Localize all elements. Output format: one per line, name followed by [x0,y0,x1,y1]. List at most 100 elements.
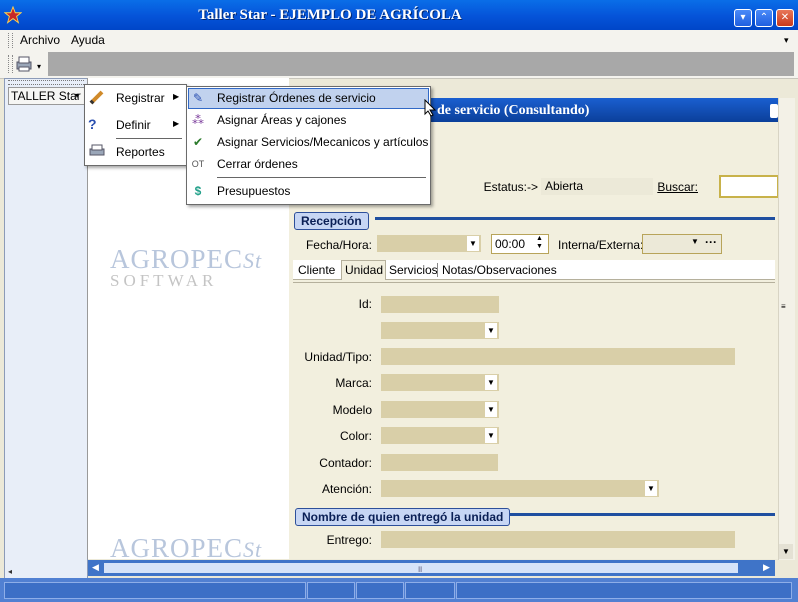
taller-star-label: TALLER Star [11,89,81,103]
unit-type-field[interactable] [381,348,735,365]
attention-select[interactable] [381,480,659,497]
menu-item-definir[interactable]: Definir [116,118,151,132]
search-label: Buscar: [657,180,698,194]
minimize-button[interactable]: ▾ [734,9,752,27]
time-spinner-icon[interactable]: ▲ ▼ [536,235,543,251]
help-question-icon: ? [88,116,97,132]
status-panel-3 [356,582,404,599]
printer-icon [16,56,32,72]
time-field[interactable]: 00:00 ▲ ▼ [491,234,549,254]
date-field[interactable] [377,235,481,252]
menu-ayuda[interactable]: Ayuda [71,33,105,47]
id-label: Id: [358,297,372,311]
brand-label: Marca: [335,376,372,390]
reception-section-line [375,217,775,220]
close-button[interactable]: ✕ [776,9,794,27]
counter-field[interactable] [381,454,498,471]
tab-unidad[interactable]: Unidad [345,263,383,277]
scroll-down-icon[interactable]: ▼ [779,544,793,559]
tab-separator [437,263,438,277]
tab-notas[interactable]: Notas/Observaciones [442,263,557,277]
left-navigation-pane [4,78,88,580]
tab-servicios[interactable]: Servicios [389,263,438,277]
print-button[interactable] [14,55,34,73]
scroll-left-arrow-icon[interactable]: ◀ [92,562,99,573]
watermark-subtitle: SOFTWAR [110,271,218,290]
submenu-arrow-icon: ▶ [173,92,180,101]
attention-dropdown-chevron-icon[interactable]: ▼ [645,481,657,496]
submenu-item-asignar-servicios[interactable]: Asignar Servicios/Mecanicos y artículos [217,135,428,149]
toolbar-empty-area [48,52,794,76]
watermark-text-2: AGROPEC [110,533,244,563]
close-icon: ✕ [780,12,790,23]
more-options-icon[interactable]: ··· [705,235,717,249]
status-panel-4 [405,582,455,599]
menubar-chevron-down-icon[interactable]: ▾ [784,35,789,46]
pencil-icon [88,88,106,106]
restore-icon: ⌃ [759,12,769,23]
chevron-down-icon: ▼ [691,237,699,246]
id-field[interactable] [381,296,499,313]
assign-areas-icon: ⁂ [192,113,204,127]
scroll-left-icon[interactable]: ◂ [8,567,12,576]
vertical-scroll-grip-icon[interactable]: ≡ [781,302,786,311]
model-select[interactable] [381,401,499,418]
horizontal-grip-icon[interactable]: ॥ [417,562,422,575]
brand-dropdown-chevron-icon[interactable]: ▼ [485,375,497,390]
watermark-text: AGROPEC [110,244,244,274]
window-title: Taller Star - EJEMPLO DE AGRÍCOLA [198,7,462,23]
print-dropdown-chevron-icon[interactable]: ▾ [37,62,41,71]
close-orders-icon: OT [191,159,205,169]
mouse-cursor-icon [424,99,436,117]
budget-dollar-icon: $ [194,184,202,198]
color-select[interactable] [381,427,499,444]
id-select[interactable] [381,322,499,339]
menu-bar [0,30,798,51]
taller-star-button[interactable]: TALLER Star ▾ [8,87,88,105]
color-dropdown-chevron-icon[interactable]: ▼ [485,428,497,443]
brand-select[interactable] [381,374,499,391]
left-pane-grip[interactable] [8,80,84,85]
tab-content-divider [293,282,775,283]
toolbar-grip[interactable] [8,55,13,73]
internal-external-select[interactable]: ▼ ··· [642,234,722,254]
color-label: Color: [339,429,372,443]
status-panel-5 [456,582,792,599]
menubar-grip[interactable] [8,33,13,48]
time-value: 00:00 [495,237,526,251]
model-label: Modelo [332,403,372,417]
form-header-button[interactable] [770,104,778,118]
minimize-icon: ▾ [740,12,746,23]
chevron-down-icon: ▾ [75,91,80,100]
status-panel-2 [307,582,355,599]
reception-section-title: Recepción [294,212,369,230]
delivered-field[interactable] [381,531,735,548]
date-time-label: Fecha/Hora: [305,238,372,252]
status-panel-1 [4,582,306,599]
assign-services-icon: ✔ [192,135,204,149]
date-dropdown-chevron-icon[interactable]: ▼ [467,236,479,251]
menu-item-registrar[interactable]: Registrar [116,91,165,105]
status-label: Estatus:-> [483,180,538,194]
search-input[interactable] [719,175,779,198]
internal-external-label: Interna/Externa: [558,238,644,252]
submenu-item-asignar-areas[interactable]: Asignar Áreas y cajones [217,113,346,127]
id-dropdown-chevron-icon[interactable]: ▼ [485,323,497,338]
maximize-button[interactable]: ⌃ [755,9,773,27]
menu-archivo[interactable]: Archivo [20,33,60,47]
printer-reports-icon [88,143,106,161]
tab-cliente[interactable]: Cliente [298,263,335,277]
attention-label: Atención: [321,482,372,496]
scroll-right-arrow-icon[interactable]: ▶ [763,562,770,573]
submenu-item-registrar-ordenes[interactable]: Registrar Órdenes de servicio [217,91,376,105]
register-orders-icon: ✎ [192,91,204,105]
model-dropdown-chevron-icon[interactable]: ▼ [485,402,497,417]
submenu-item-cerrar-ordenes[interactable]: Cerrar órdenes [217,157,298,171]
menu-separator [116,138,182,139]
vertical-scrollbar[interactable] [778,98,795,560]
status-value: Abierta [541,178,653,195]
delivered-section-line [510,513,775,516]
submenu-item-presupuestos[interactable]: Presupuestos [217,184,290,198]
menu-item-reportes[interactable]: Reportes [116,145,165,159]
watermark-script: St [243,248,263,273]
